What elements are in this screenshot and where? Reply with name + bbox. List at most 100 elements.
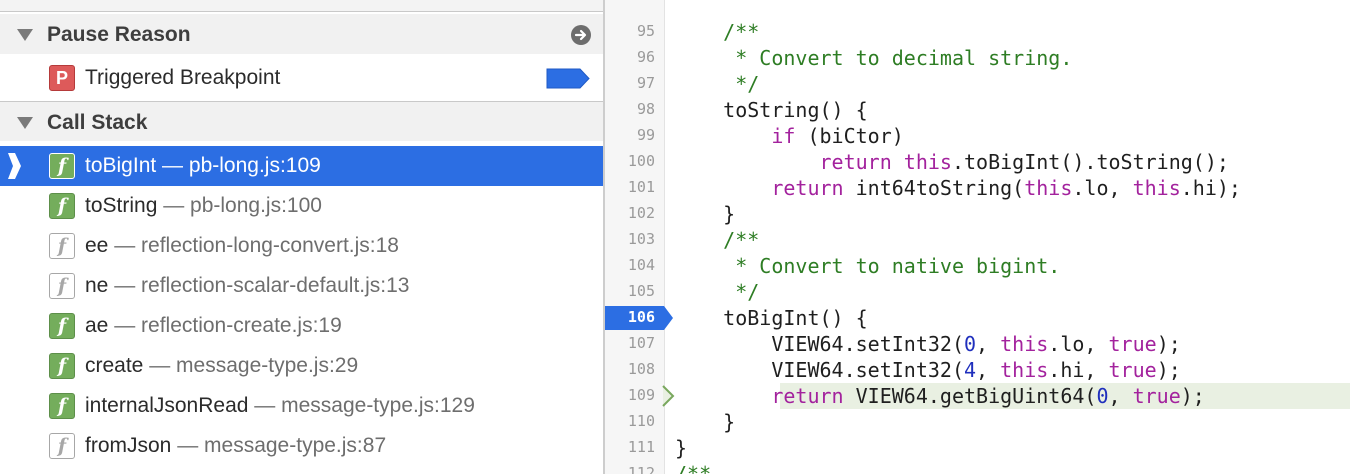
line-number[interactable]: 112: [605, 464, 655, 474]
code-text: /**: [675, 462, 712, 474]
code-text: toString() {: [675, 98, 868, 122]
code-line: 102 }: [605, 201, 1350, 227]
code-text: if (biCtor): [771, 124, 904, 148]
frame-label: ne — reflection-scalar-default.js:13: [85, 274, 410, 298]
code-line: 99 if (biCtor): [605, 123, 1350, 149]
frame-location: — message-type.js:129: [248, 394, 475, 417]
pause-reason-label: Triggered Breakpoint: [85, 66, 281, 89]
call-stack-frame[interactable]: f ae — reflection-create.js:19: [0, 306, 603, 346]
frame-location: — pb-long.js:100: [157, 194, 322, 217]
call-stack-frame[interactable]: f internalJsonRead — message-type.js:129: [0, 386, 603, 426]
code-line: 108 VIEW64.setInt32(4, this.hi, true);: [605, 357, 1350, 383]
code-line: 103 /**: [605, 227, 1350, 253]
function-f-icon: f: [49, 233, 75, 259]
function-f-icon: f: [49, 193, 75, 219]
code-text: return int64toString(this.lo, this.hi);: [771, 176, 1241, 200]
frame-label: fromJson — message-type.js:87: [85, 434, 386, 458]
function-f-icon: f: [49, 313, 75, 339]
pause-reason-header[interactable]: Pause Reason: [0, 14, 603, 54]
breakpoint-P-icon: P: [49, 65, 75, 91]
call-stack-frame[interactable]: f ne — reflection-scalar-default.js:13: [0, 266, 603, 306]
line-number[interactable]: 96: [605, 48, 655, 66]
circle-arrow-right-icon[interactable]: [571, 25, 591, 45]
frame-location: — message-type.js:87: [171, 434, 387, 457]
code-line: 104 * Convert to native bigint.: [605, 253, 1350, 279]
code-text: VIEW64.setInt32(0, this.lo, true);: [675, 332, 1181, 356]
code-line: 101 return int64toString(this.lo, this.h…: [605, 175, 1350, 201]
code-text: }: [675, 410, 736, 434]
frame-label: toBigInt — pb-long.js:109: [85, 154, 321, 178]
frame-location: — reflection-create.js:19: [108, 314, 342, 337]
code-text: * Convert to native bigint.: [675, 254, 1061, 278]
code-text: VIEW64.setInt32(4, this.hi, true);: [675, 358, 1181, 382]
frame-function-name: fromJson: [85, 434, 172, 457]
call-stack-frame[interactable]: f fromJson — message-type.js:87: [0, 426, 603, 466]
frame-function-name: ee: [85, 234, 109, 257]
pause-reason-title: Pause Reason: [47, 23, 191, 46]
breakpoint-flag-icon[interactable]: [546, 68, 590, 89]
source-code-viewer[interactable]: 95 /** 96 * Convert to decimal string. 97 …: [605, 0, 1350, 474]
frame-location: — message-type.js:29: [143, 354, 359, 377]
line-number[interactable]: 108: [605, 360, 655, 378]
pause-reason-item[interactable]: P Triggered Breakpoint: [0, 58, 603, 98]
frame-location: — pb-long.js:109: [156, 154, 321, 177]
line-number[interactable]: 100: [605, 152, 655, 170]
execution-pointer-icon: [662, 385, 675, 407]
line-number[interactable]: 101: [605, 178, 655, 196]
function-f-icon: f: [49, 433, 75, 459]
line-number[interactable]: 105: [605, 282, 655, 300]
code-line: 105 */: [605, 279, 1350, 305]
code-text: /**: [675, 228, 760, 252]
frame-label: ae — reflection-create.js:19: [85, 314, 342, 338]
code-text: }: [675, 202, 736, 226]
frame-location: — reflection-scalar-default.js:13: [108, 274, 410, 297]
debugger-sidebar: Pause Reason P Triggered Breakpoint Call…: [0, 0, 603, 474]
frame-label: create — message-type.js:29: [85, 354, 358, 378]
line-number[interactable]: 104: [605, 256, 655, 274]
line-number[interactable]: 103: [605, 230, 655, 248]
function-f-icon: f: [49, 153, 75, 179]
frame-function-name: toString: [85, 194, 158, 217]
line-number[interactable]: 106: [605, 308, 655, 326]
call-stack-frame[interactable]: f create — message-type.js:29: [0, 346, 603, 386]
code-text: toBigInt() {: [675, 306, 868, 330]
function-f-icon: f: [49, 353, 75, 379]
frame-label: ee — reflection-long-convert.js:18: [85, 234, 399, 258]
call-stack-header[interactable]: Call Stack: [0, 101, 603, 141]
call-stack-title: Call Stack: [47, 111, 148, 134]
code-text: * Convert to decimal string.: [675, 46, 1073, 70]
code-line: 109 return VIEW64.getBigUint64(0, true);: [605, 383, 1350, 409]
frame-function-name: internalJsonRead: [85, 394, 249, 417]
frame-location: — reflection-long-convert.js:18: [108, 234, 399, 257]
function-f-icon: f: [49, 393, 75, 419]
line-number[interactable]: 95: [605, 22, 655, 40]
code-line: 110 }: [605, 409, 1350, 435]
call-stack-frame[interactable]: f toBigInt — pb-long.js:109: [0, 146, 603, 186]
line-number[interactable]: 98: [605, 100, 655, 118]
frame-label: toString — pb-long.js:100: [85, 194, 322, 218]
line-number[interactable]: 102: [605, 204, 655, 222]
code-line: 112 /**: [605, 461, 1350, 474]
code-line: 106 toBigInt() {: [605, 305, 1350, 331]
code-line: 97 */: [605, 71, 1350, 97]
line-number[interactable]: 109: [605, 386, 655, 404]
code-text: return this.toBigInt().toString();: [819, 150, 1229, 174]
disclosure-triangle-icon[interactable]: [17, 117, 33, 129]
call-stack-frame[interactable]: f toString — pb-long.js:100: [0, 186, 603, 226]
frame-function-name: ne: [85, 274, 109, 297]
line-number[interactable]: 110: [605, 412, 655, 430]
line-number[interactable]: 107: [605, 334, 655, 352]
code-text: /**: [675, 20, 760, 44]
call-stack-frame[interactable]: f ee — reflection-long-convert.js:18: [0, 226, 603, 266]
disclosure-triangle-icon[interactable]: [17, 29, 33, 41]
code-text: */: [675, 280, 760, 304]
code-line: 107 VIEW64.setInt32(0, this.lo, true);: [605, 331, 1350, 357]
frame-function-name: ae: [85, 314, 109, 337]
line-number[interactable]: 99: [605, 126, 655, 144]
code-text: return VIEW64.getBigUint64(0, true);: [771, 384, 1205, 408]
code-text: */: [675, 72, 760, 96]
frame-function-name: create: [85, 354, 144, 377]
frame-label: internalJsonRead — message-type.js:129: [85, 394, 475, 418]
line-number[interactable]: 111: [605, 438, 655, 456]
line-number[interactable]: 97: [605, 74, 655, 92]
